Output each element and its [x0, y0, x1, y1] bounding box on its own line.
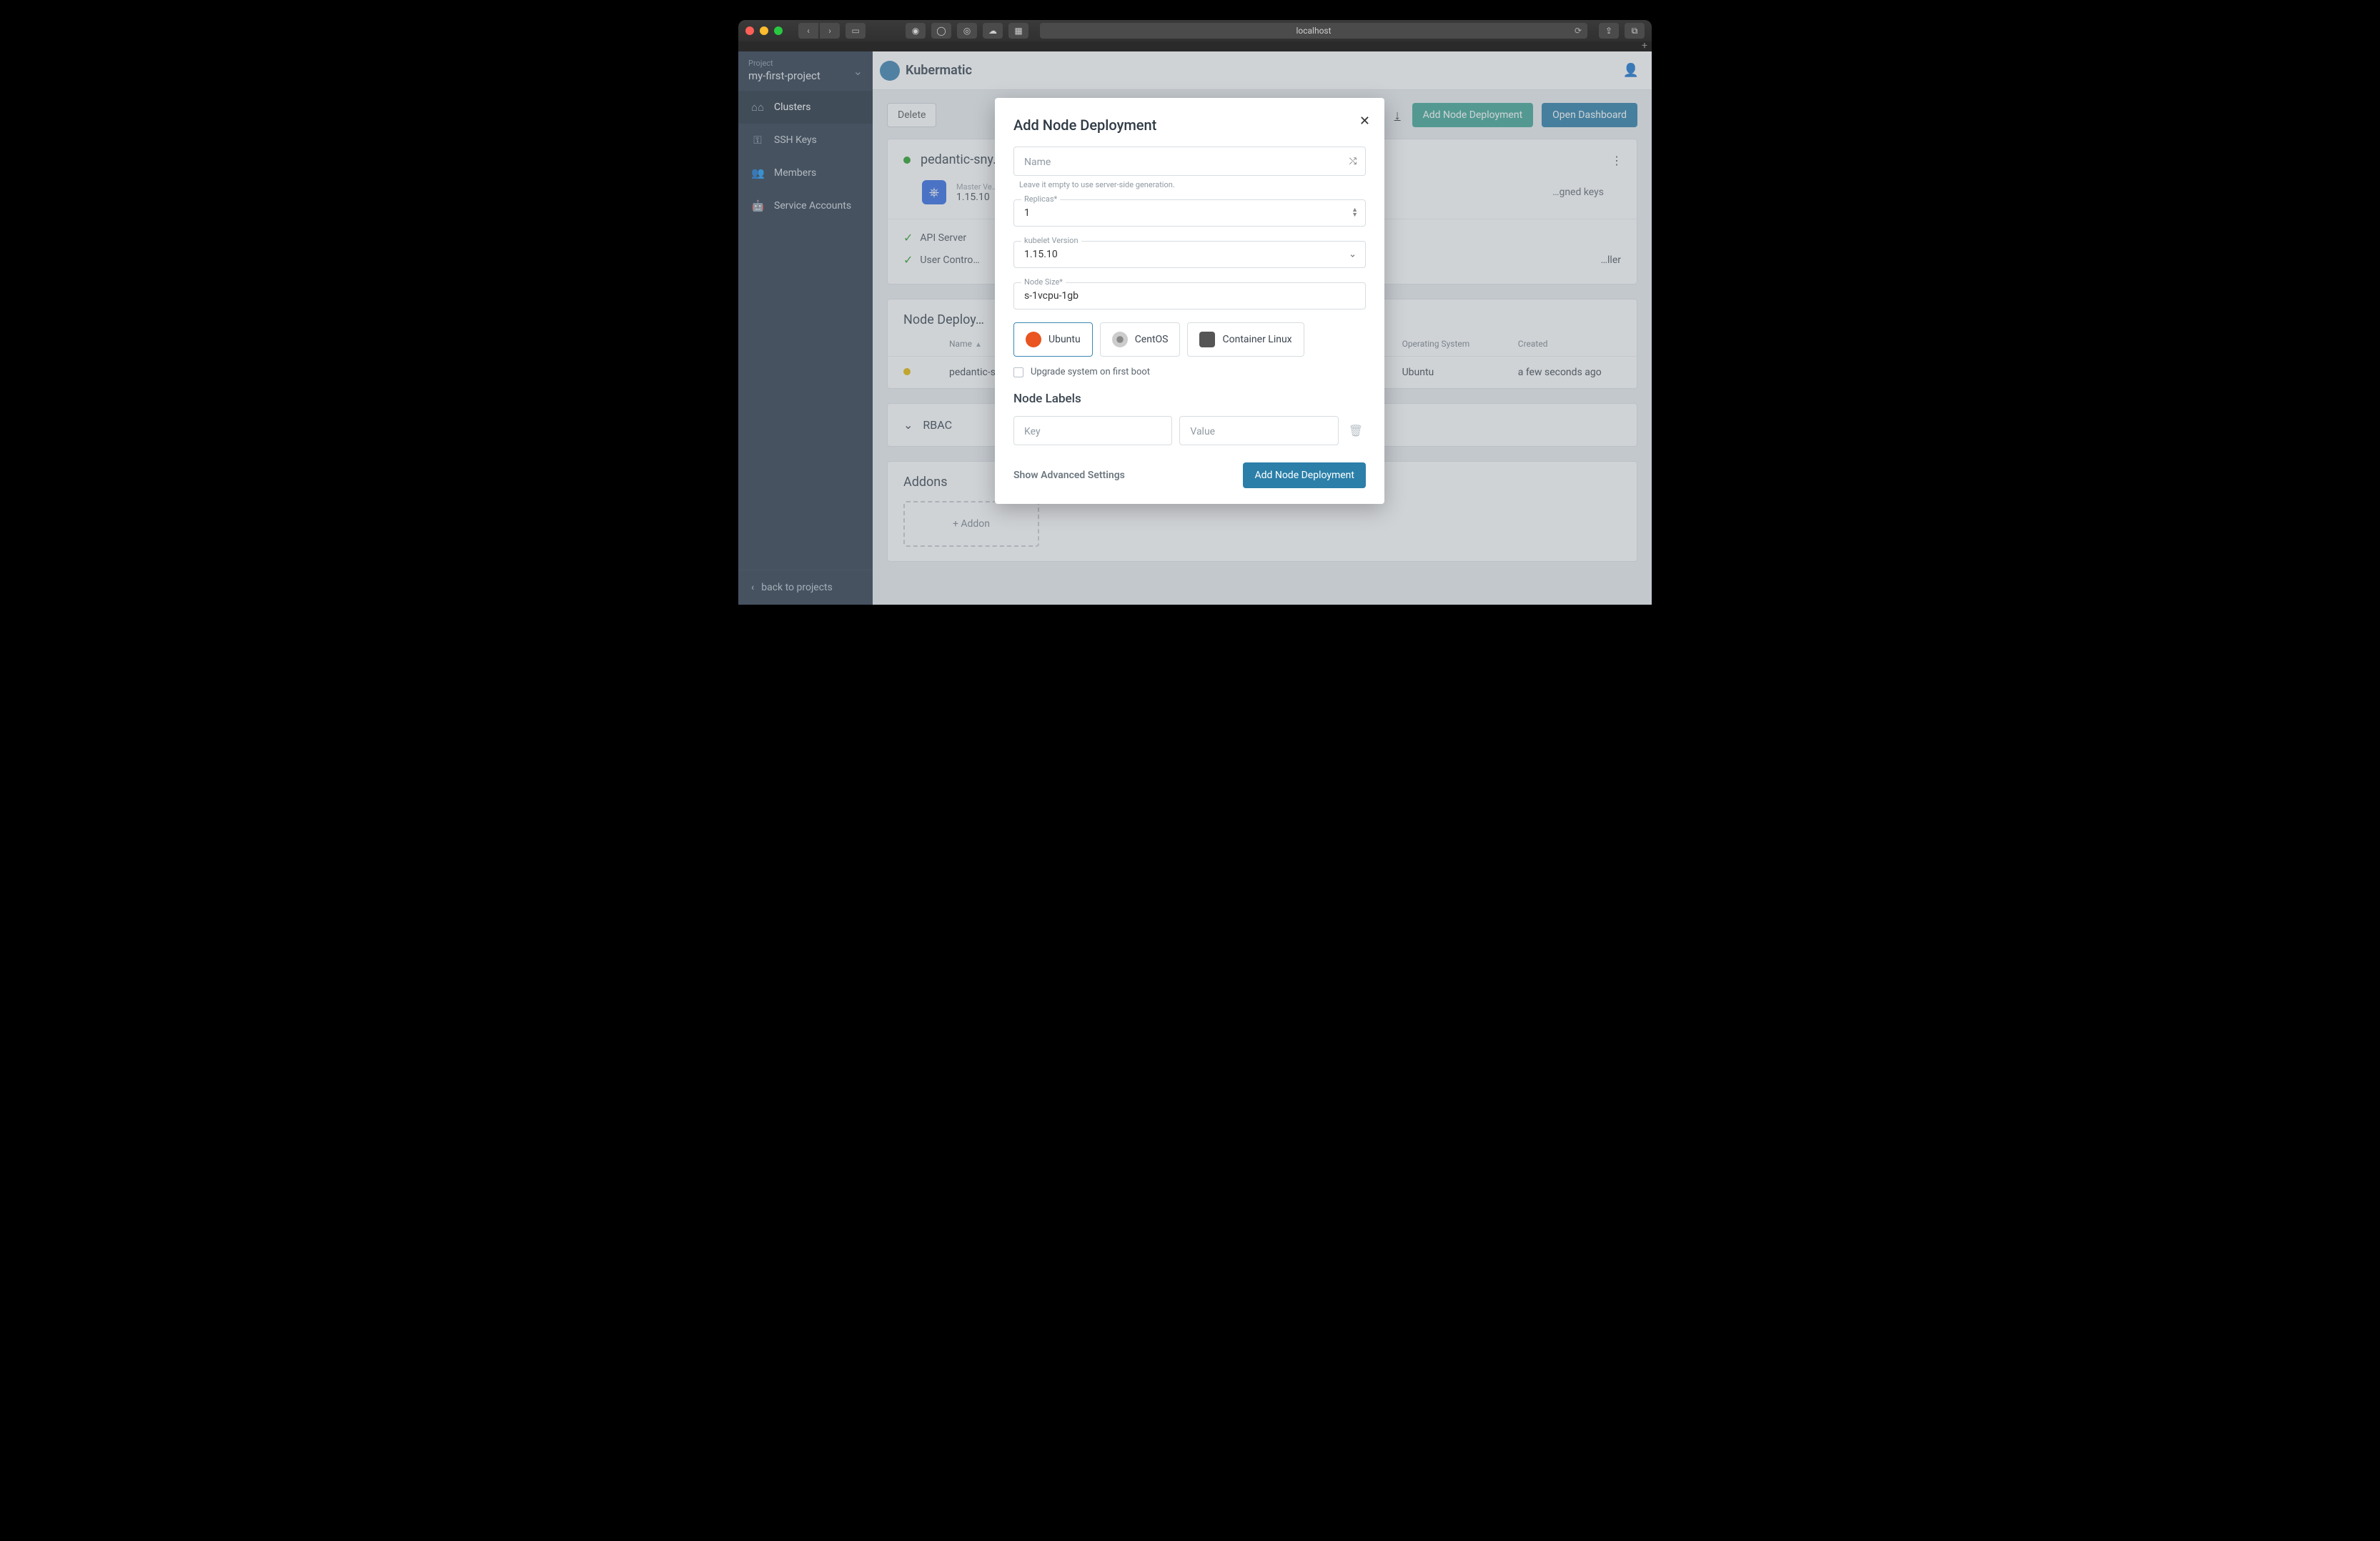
- value-label: Value: [1190, 426, 1215, 437]
- maximize-window-icon[interactable]: [774, 26, 783, 35]
- os-label: Container Linux: [1222, 334, 1291, 345]
- name-hint: Leave it empty to use server-side genera…: [1019, 180, 1366, 189]
- name-label: Name: [1024, 157, 1051, 168]
- tab-strip: +: [738, 41, 1652, 51]
- label-key-field[interactable]: Key: [1013, 416, 1172, 445]
- reload-icon[interactable]: ⟳: [1575, 26, 1582, 36]
- nav-back-button[interactable]: ‹: [798, 23, 818, 39]
- browser-titlebar: ‹ › ▭ ◉ ◯ ◎ ☁ ▦ localhost ⟳ ⇪ ⧉: [738, 20, 1652, 41]
- kubelet-label: kubelet Version: [1021, 236, 1081, 245]
- close-icon[interactable]: ✕: [1359, 114, 1370, 129]
- node-size-field[interactable]: Node Size* s-1vcpu-1gb: [1013, 282, 1366, 309]
- centos-icon: [1112, 332, 1128, 347]
- upgrade-label: Upgrade system on first boot: [1031, 367, 1150, 377]
- key-label: Key: [1024, 426, 1041, 437]
- toolbar-ext-1-icon[interactable]: ◉: [906, 23, 926, 39]
- replicas-field[interactable]: Replicas* 1 ▲▼: [1013, 199, 1366, 227]
- window-controls: [745, 26, 783, 35]
- modal-title: Add Node Deployment: [1013, 117, 1366, 134]
- node-size-value: s-1vcpu-1gb: [1024, 290, 1355, 302]
- node-labels-title: Node Labels: [1013, 392, 1366, 406]
- os-label: Ubuntu: [1048, 334, 1081, 345]
- minimize-window-icon[interactable]: [760, 26, 768, 35]
- ubuntu-icon: [1026, 332, 1041, 347]
- chevron-down-icon: ⌄: [1349, 249, 1357, 260]
- toolbar-ext-3-icon[interactable]: ◎: [957, 23, 977, 39]
- replicas-value: 1: [1024, 207, 1355, 219]
- container-linux-icon: [1199, 332, 1215, 347]
- url-text: localhost: [1296, 26, 1331, 36]
- toolbar-cloud-icon[interactable]: ☁: [983, 23, 1003, 39]
- os-option-centos[interactable]: CentOS: [1100, 322, 1181, 357]
- sidebar-toggle-button[interactable]: ▭: [846, 23, 866, 39]
- address-bar[interactable]: localhost ⟳: [1040, 23, 1587, 39]
- share-button[interactable]: ⇪: [1599, 23, 1619, 39]
- os-label: CentOS: [1135, 334, 1169, 345]
- close-window-icon[interactable]: [745, 26, 754, 35]
- checkbox-icon: [1013, 367, 1023, 377]
- kubelet-version-field[interactable]: kubelet Version 1.15.10 ⌄: [1013, 241, 1366, 268]
- trash-icon[interactable]: 🗑: [1346, 424, 1366, 437]
- nav-forward-button[interactable]: ›: [820, 23, 840, 39]
- node-size-label: Node Size*: [1021, 277, 1066, 287]
- number-stepper-icon[interactable]: ▲▼: [1352, 208, 1358, 218]
- new-tab-button[interactable]: +: [1642, 40, 1647, 51]
- shuffle-icon[interactable]: ⤭: [1349, 156, 1357, 167]
- name-field[interactable]: Name ⤭: [1013, 147, 1366, 176]
- kubelet-value: 1.15.10: [1024, 249, 1355, 260]
- tabs-button[interactable]: ⧉: [1625, 23, 1645, 39]
- toolbar-grid-icon[interactable]: ▦: [1008, 23, 1028, 39]
- label-value-field[interactable]: Value: [1179, 416, 1338, 445]
- submit-add-node-deployment-button[interactable]: Add Node Deployment: [1243, 462, 1366, 488]
- upgrade-on-boot-checkbox[interactable]: Upgrade system on first boot: [1013, 367, 1366, 377]
- replicas-label: Replicas*: [1021, 194, 1060, 204]
- toolbar-ext-2-icon[interactable]: ◯: [931, 23, 951, 39]
- os-option-container-linux[interactable]: Container Linux: [1187, 322, 1304, 357]
- add-node-deployment-modal: Add Node Deployment ✕ Name ⤭ Leave it em…: [995, 98, 1384, 504]
- os-option-ubuntu[interactable]: Ubuntu: [1013, 322, 1093, 357]
- show-advanced-link[interactable]: Show Advanced Settings: [1013, 470, 1125, 481]
